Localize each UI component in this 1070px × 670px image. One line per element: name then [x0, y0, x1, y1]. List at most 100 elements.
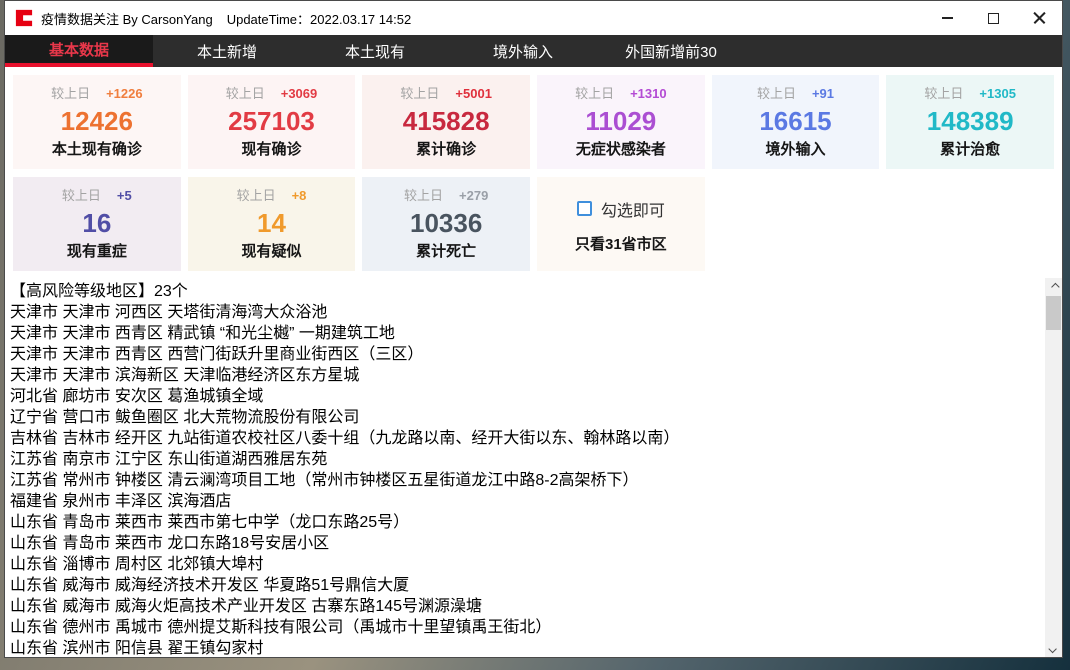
list-item: 吉林省 吉林市 经开区 九站街道农校社区八委十组（九龙路以南、经开大街以东、翰林… — [10, 428, 1045, 449]
stat-card: 较上日 +5001 415828 累计确诊 — [362, 75, 530, 169]
app-title-text: 疫情数据关注 By CarsonYang — [41, 12, 213, 27]
tab-item[interactable]: 境外输入 — [449, 35, 597, 67]
stat-label: 境外输入 — [765, 142, 825, 157]
stat-value: 10336 — [410, 210, 482, 236]
list-item: 山东省 威海市 威海经济技术开发区 华夏路51号鼎信大厦 — [10, 575, 1045, 596]
stat-delta-row: 较上日 +5001 — [400, 87, 492, 100]
list-items: 天津市 天津市 河西区 天塔街清海湾大众浴池 天津市 天津市 西青区 精武镇 “… — [10, 302, 1045, 657]
stat-card: 较上日 +91 16615 境外输入 — [712, 75, 880, 169]
stat-delta-value: +279 — [459, 189, 488, 202]
stat-label: 现有确诊 — [241, 142, 301, 157]
window-title: 疫情数据关注 By CarsonYang UpdateTime：2022.03.1… — [41, 9, 411, 28]
tab-bar: 基本数据 本土新增 本土现有 境外输入 外国新增前30 — [5, 35, 1062, 67]
stat-value: 16615 — [759, 108, 831, 134]
stat-card: 较上日 +1310 11029 无症状感染者 — [537, 75, 705, 169]
tab-item[interactable]: 本土现有 — [301, 35, 449, 67]
stat-delta-label: 较上日 — [575, 87, 614, 100]
minimize-icon — [942, 17, 953, 19]
list-item: 山东省 威海市 威海火炬高技术产业开发区 古寨东路145号渊源澡塘 — [10, 596, 1045, 617]
update-time-text: UpdateTime：2022.03.17 14:52 — [227, 12, 412, 27]
maximize-button[interactable] — [970, 1, 1016, 35]
tab-item[interactable]: 基本数据 — [5, 35, 153, 67]
stat-delta-value: +1226 — [106, 87, 143, 100]
stat-delta-value: +91 — [812, 87, 834, 100]
stat-value: 11029 — [585, 108, 656, 134]
stat-value: 148389 — [927, 108, 1014, 134]
stat-delta-value: +8 — [292, 189, 307, 202]
list-item: 山东省 滨州市 阳信县 翟王镇勾家村 — [10, 638, 1045, 657]
stat-delta-label: 较上日 — [757, 87, 796, 100]
stat-value: 257103 — [228, 108, 315, 134]
stat-delta-value: +5001 — [455, 87, 492, 100]
stat-delta-label: 较上日 — [62, 189, 101, 202]
scroll-down-button[interactable] — [1045, 640, 1062, 657]
stat-value: 14 — [257, 210, 286, 236]
stat-card: 较上日 +5 16 现有重症 — [13, 177, 181, 271]
stat-card: 较上日 +279 10336 累计死亡 — [362, 177, 530, 271]
province-filter-label: 只看31省市区 — [575, 237, 667, 252]
list-item: 山东省 德州市 禹城市 德州提艾斯科技有限公司（禹城市十里望镇禹王街北） — [10, 617, 1045, 638]
stat-delta-value: +5 — [117, 189, 132, 202]
scrollbar-thumb[interactable] — [1046, 296, 1061, 330]
stat-value: 16 — [82, 210, 111, 236]
stat-card: 较上日 +1226 12426 本土现有确诊 — [13, 75, 181, 169]
close-icon — [1033, 12, 1046, 25]
province-filter-checkbox[interactable] — [577, 201, 592, 216]
stat-card: 较上日 +8 14 现有疑似 — [188, 177, 356, 271]
stat-delta-row: 较上日 +3069 — [226, 87, 318, 100]
stat-card: 较上日 +1305 148389 累计治愈 — [886, 75, 1054, 169]
chevron-up-icon — [1051, 282, 1059, 290]
title-bar: 疫情数据关注 By CarsonYang UpdateTime：2022.03.1… — [5, 1, 1062, 35]
stats-section: 较上日 +1226 12426 本土现有确诊 较上日 +3069 257103 … — [5, 67, 1062, 278]
stat-delta-label: 较上日 — [237, 189, 276, 202]
stats-row-2: 较上日 +5 16 现有重症 较上日 +8 14 现有疑似 — [13, 177, 1054, 271]
list-item: 河北省 廊坊市 安次区 葛渔城镇全域 — [10, 386, 1045, 407]
app-window: 疫情数据关注 By CarsonYang UpdateTime：2022.03.1… — [4, 0, 1063, 658]
stat-delta-label: 较上日 — [226, 87, 265, 100]
stat-delta-label: 较上日 — [400, 87, 439, 100]
stat-delta-row: 较上日 +5 — [62, 189, 132, 202]
list-item: 天津市 天津市 河西区 天塔街清海湾大众浴池 — [10, 302, 1045, 323]
list-item: 山东省 青岛市 莱西市 龙口东路18号安居小区 — [10, 533, 1045, 554]
stat-label: 本土现有确诊 — [52, 142, 142, 157]
province-filter-row: 勾选即可 — [577, 197, 665, 221]
stat-delta-label: 较上日 — [924, 87, 963, 100]
stat-delta-row: 较上日 +1310 — [575, 87, 667, 100]
province-filter-card: 勾选即可 只看31省市区 — [537, 177, 705, 271]
close-button[interactable] — [1016, 1, 1062, 35]
minimize-button[interactable] — [924, 1, 970, 35]
scroll-up-button[interactable] — [1045, 278, 1062, 295]
stat-delta-row: 较上日 +8 — [237, 189, 307, 202]
list-item: 山东省 青岛市 莱西市 莱西市第七中学（龙口东路25号） — [10, 512, 1045, 533]
province-filter-checkbox-label: 勾选即可 — [601, 197, 665, 221]
list-item: 天津市 天津市 滨海新区 天津临港经济区东方星城 — [10, 365, 1045, 386]
stat-label: 现有重症 — [67, 244, 127, 259]
stat-value: 415828 — [403, 108, 490, 134]
stat-label: 累计确诊 — [416, 142, 476, 157]
stat-value: 12426 — [61, 108, 133, 134]
list-item: 福建省 泉州市 丰泽区 滨海酒店 — [10, 491, 1045, 512]
list-header: 【高风险等级地区】23个 — [10, 281, 1045, 302]
stat-delta-value: +1310 — [630, 87, 667, 100]
list-item: 江苏省 南京市 江宁区 东山街道湖西雅居东苑 — [10, 449, 1045, 470]
stats-row-1: 较上日 +1226 12426 本土现有确诊 较上日 +3069 257103 … — [13, 75, 1054, 169]
stat-label: 无症状感染者 — [576, 142, 666, 157]
stat-delta-row: 较上日 +279 — [404, 189, 488, 202]
list-item: 天津市 天津市 西青区 西营门街跃升里商业街西区（三区） — [10, 344, 1045, 365]
stat-delta-label: 较上日 — [51, 87, 90, 100]
stat-delta-row: 较上日 +91 — [757, 87, 834, 100]
stat-delta-value: +3069 — [281, 87, 318, 100]
tab-item[interactable]: 本土新增 — [153, 35, 301, 67]
stat-delta-value: +1305 — [979, 87, 1016, 100]
stat-delta-row: 较上日 +1305 — [924, 87, 1016, 100]
risk-area-list: 【高风险等级地区】23个 天津市 天津市 河西区 天塔街清海湾大众浴池 天津市 … — [5, 278, 1062, 657]
chevron-down-icon — [1048, 644, 1056, 652]
maximize-icon — [988, 13, 999, 24]
list-item: 天津市 天津市 西青区 精武镇 “和光尘樾” 一期建筑工地 — [10, 323, 1045, 344]
stat-card: 较上日 +3069 257103 现有确诊 — [188, 75, 356, 169]
list-item: 江苏省 常州市 钟楼区 清云澜湾项目工地（常州市钟楼区五星街道龙江中路8-2高架… — [10, 470, 1045, 491]
stat-delta-label: 较上日 — [404, 189, 443, 202]
vertical-scrollbar[interactable] — [1045, 278, 1062, 657]
tab-item[interactable]: 外国新增前30 — [597, 35, 745, 67]
stat-delta-row: 较上日 +1226 — [51, 87, 143, 100]
